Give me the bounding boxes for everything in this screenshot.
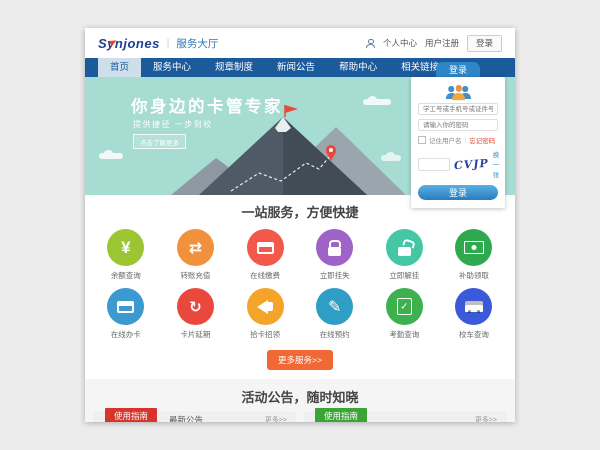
announcements-title: 活动公告，随时知晓 bbox=[85, 387, 515, 406]
unlock-icon bbox=[386, 229, 423, 266]
service-circle bbox=[177, 229, 214, 266]
service-circle bbox=[177, 288, 214, 325]
service-item[interactable]: 立即挂失 bbox=[300, 229, 370, 281]
announcement-panel: 使用指南最新公告更多>> bbox=[95, 413, 295, 422]
announcements-section: 活动公告，随时知晓 使用指南最新公告更多>>使用指南更多>> bbox=[85, 379, 515, 422]
panel-ribbon-tab[interactable]: 使用指南 bbox=[315, 408, 367, 423]
service-circle bbox=[107, 229, 144, 266]
login-card: 记住用户名 | 忘记密码 CVJP 换一张 登录 bbox=[411, 77, 505, 208]
panel-tab[interactable]: 最新公告 bbox=[169, 414, 203, 422]
card-icon bbox=[107, 288, 144, 325]
captcha-input[interactable] bbox=[418, 158, 450, 171]
synjones-logo: Synjones bbox=[98, 36, 160, 51]
megaphone-icon bbox=[247, 288, 284, 325]
divider: | bbox=[465, 137, 467, 144]
clipboard-check-icon bbox=[386, 288, 423, 325]
remember-checkbox[interactable] bbox=[418, 136, 426, 144]
site-title: 服务大厅 bbox=[176, 36, 218, 51]
service-item[interactable]: 在线预约 bbox=[300, 288, 370, 340]
lock-icon bbox=[316, 229, 353, 266]
service-circle bbox=[107, 288, 144, 325]
pencil-icon bbox=[316, 288, 353, 325]
announcement-panels: 使用指南最新公告更多>>使用指南更多>> bbox=[85, 413, 515, 422]
nav-item[interactable]: 规章制度 bbox=[203, 58, 265, 77]
captcha-image: CVJP bbox=[454, 156, 490, 171]
nav-item[interactable]: 新闻公告 bbox=[265, 58, 327, 77]
service-label: 在线缴费 bbox=[250, 270, 280, 281]
yen-icon bbox=[107, 229, 144, 266]
card-renew-icon bbox=[177, 288, 214, 325]
cloud-icon bbox=[381, 155, 401, 161]
service-circle bbox=[316, 229, 353, 266]
remember-label: 记住用户名 bbox=[429, 135, 462, 145]
forgot-password-link[interactable]: 忘记密码 bbox=[469, 135, 495, 145]
service-label: 在线预约 bbox=[320, 329, 350, 340]
users-group-icon bbox=[418, 82, 498, 99]
person-icon bbox=[452, 85, 465, 100]
panel-ribbon-tab[interactable]: 使用指南 bbox=[105, 408, 157, 423]
service-label: 考勤查询 bbox=[389, 329, 419, 340]
header-links: 个人中心 用户注册 登录 bbox=[366, 35, 502, 52]
logo-divider: | bbox=[167, 38, 170, 49]
transfer-icon bbox=[177, 229, 214, 266]
service-label: 在线办卡 bbox=[111, 329, 141, 340]
service-circle bbox=[316, 288, 353, 325]
nav-item[interactable]: 首页 bbox=[98, 58, 141, 77]
cloud-icon bbox=[99, 153, 123, 159]
services-grid: 余额查询 转账充值 在线缴费 立即挂失 立即解挂 补助领取在线办卡 卡片延期 拾卡招领 在线预约… bbox=[85, 229, 515, 347]
service-label: 立即解挂 bbox=[389, 270, 419, 281]
card-icon bbox=[247, 229, 284, 266]
service-circle bbox=[386, 288, 423, 325]
password-input[interactable] bbox=[418, 119, 498, 131]
service-circle bbox=[247, 229, 284, 266]
user-icon bbox=[366, 39, 375, 48]
login-button[interactable]: 登录 bbox=[467, 35, 502, 52]
service-item[interactable]: 卡片延期 bbox=[161, 288, 231, 340]
panel-more-link[interactable]: 更多>> bbox=[265, 415, 287, 422]
captcha-row: CVJP 换一张 bbox=[418, 149, 498, 179]
service-label: 校车查询 bbox=[459, 329, 489, 340]
service-label: 卡片延期 bbox=[180, 329, 210, 340]
service-item[interactable]: 余额查询 bbox=[91, 229, 161, 281]
personal-center-link[interactable]: 个人中心 bbox=[383, 37, 417, 49]
register-link[interactable]: 用户注册 bbox=[425, 37, 459, 49]
nav-item[interactable]: 服务中心 bbox=[141, 58, 203, 77]
cloud-icon bbox=[363, 99, 391, 105]
service-label: 补助领取 bbox=[459, 270, 489, 281]
service-circle bbox=[455, 288, 492, 325]
desktop-background: Synjones | 服务大厅 个人中心 用户注册 登录 首页服务中心规章制度新… bbox=[0, 0, 600, 450]
remember-row: 记住用户名 | 忘记密码 bbox=[418, 135, 498, 145]
service-label: 余额查询 bbox=[111, 270, 141, 281]
service-circle bbox=[386, 229, 423, 266]
service-label: 立即挂失 bbox=[320, 270, 350, 281]
mountain-illustration bbox=[171, 103, 406, 195]
site-header: Synjones | 服务大厅 个人中心 用户注册 登录 bbox=[85, 28, 515, 58]
service-item[interactable]: 考勤查询 bbox=[370, 288, 440, 340]
service-circle bbox=[247, 288, 284, 325]
service-circle bbox=[455, 229, 492, 266]
service-item[interactable]: 补助领取 bbox=[439, 229, 509, 281]
bus-icon bbox=[455, 288, 492, 325]
service-item[interactable]: 在线缴费 bbox=[230, 229, 300, 281]
service-label: 拾卡招领 bbox=[250, 329, 280, 340]
login-panel: 登录 记住用户名 | 忘记密码 bbox=[411, 62, 505, 208]
more-services-button[interactable]: 更多服务>> bbox=[267, 350, 333, 370]
service-label: 转账充值 bbox=[180, 270, 210, 281]
service-item[interactable]: 校车查询 bbox=[439, 288, 509, 340]
username-input[interactable] bbox=[418, 103, 498, 115]
login-tab[interactable]: 登录 bbox=[436, 62, 480, 77]
captcha-refresh-link[interactable]: 换一张 bbox=[493, 149, 500, 179]
service-item[interactable]: 拾卡招领 bbox=[230, 288, 300, 340]
panel-more-link[interactable]: 更多>> bbox=[475, 415, 497, 422]
services-section: 一站服务，方便快捷 余额查询转账充值在线缴费立即挂失立即解挂补助领取在线办卡卡片… bbox=[85, 195, 515, 370]
browser-page: Synjones | 服务大厅 个人中心 用户注册 登录 首页服务中心规章制度新… bbox=[85, 28, 515, 422]
announcement-panel: 使用指南更多>> bbox=[305, 413, 505, 422]
service-item[interactable]: 转账充值 bbox=[161, 229, 231, 281]
nav-item[interactable]: 帮助中心 bbox=[327, 58, 389, 77]
hero-banner: 你身边的卡管专家 提供捷径 一步到校 点击了解更多 bbox=[85, 77, 515, 195]
service-item[interactable]: 在线办卡 bbox=[91, 288, 161, 340]
service-item[interactable]: 立即解挂 bbox=[370, 229, 440, 281]
login-submit-button[interactable]: 登录 bbox=[418, 185, 498, 200]
banknote-icon bbox=[455, 229, 492, 266]
